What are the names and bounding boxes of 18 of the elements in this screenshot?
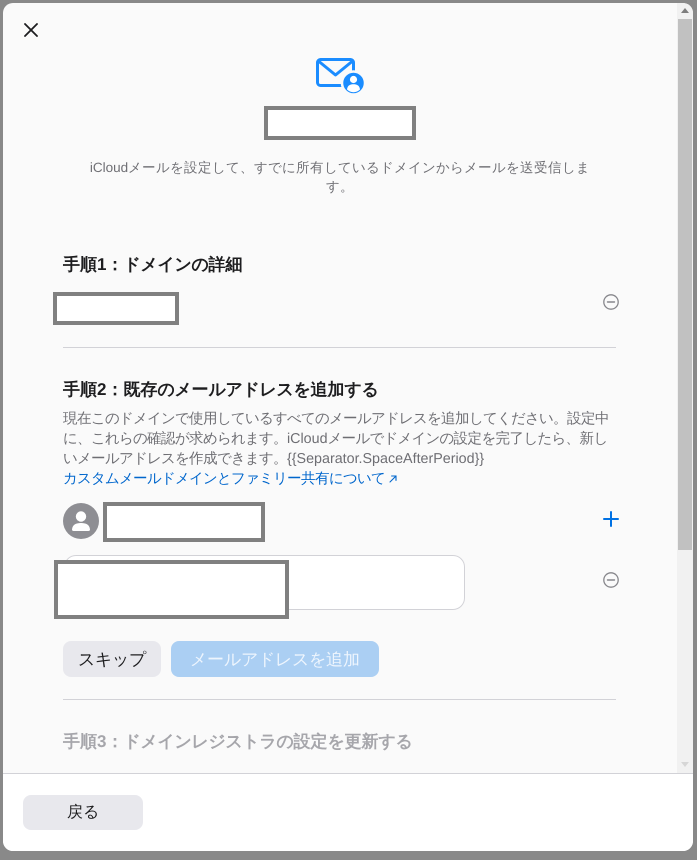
info-link[interactable]: カスタムメールドメインとファミリー共有について [63,471,397,487]
add-icon[interactable] [603,511,619,527]
step-description: 現在このドメインで使用しているすべてのメールアドレスを追加してください。設定中に、これらの確認が求められます。iCloudメールでドメインの設定を完了したら、新しいメールアドレスを作成できます。{{Separator.SpaceAfterPeriod}} カスタムメールドメインとファミリー共有について [63,410,610,489]
action-button[interactable]: スキップ [63,641,161,677]
dialog-description: iCloudメールを設定して、すでに所有しているドメインからメールを送受信します。 [88,159,592,196]
mail-person-icon [316,58,366,96]
avatar-icon [63,503,99,539]
back-button[interactable]: 戻る [23,795,143,830]
close-icon [24,23,38,37]
scroll-up-arrow-icon[interactable] [681,8,689,13]
step-heading: 手順3：ドメインレジストラの設定を更新する [63,731,414,753]
scrollbar[interactable] [677,3,693,773]
external-link-icon [389,475,397,483]
scrollbar-thumb[interactable] [678,19,692,550]
step-heading: 手順2：既存のメールアドレスを追加する [63,379,380,401]
remove-icon[interactable] [603,294,619,310]
step-heading: 手順1：ドメインの詳細 [63,254,244,276]
remove-icon[interactable] [603,572,619,588]
